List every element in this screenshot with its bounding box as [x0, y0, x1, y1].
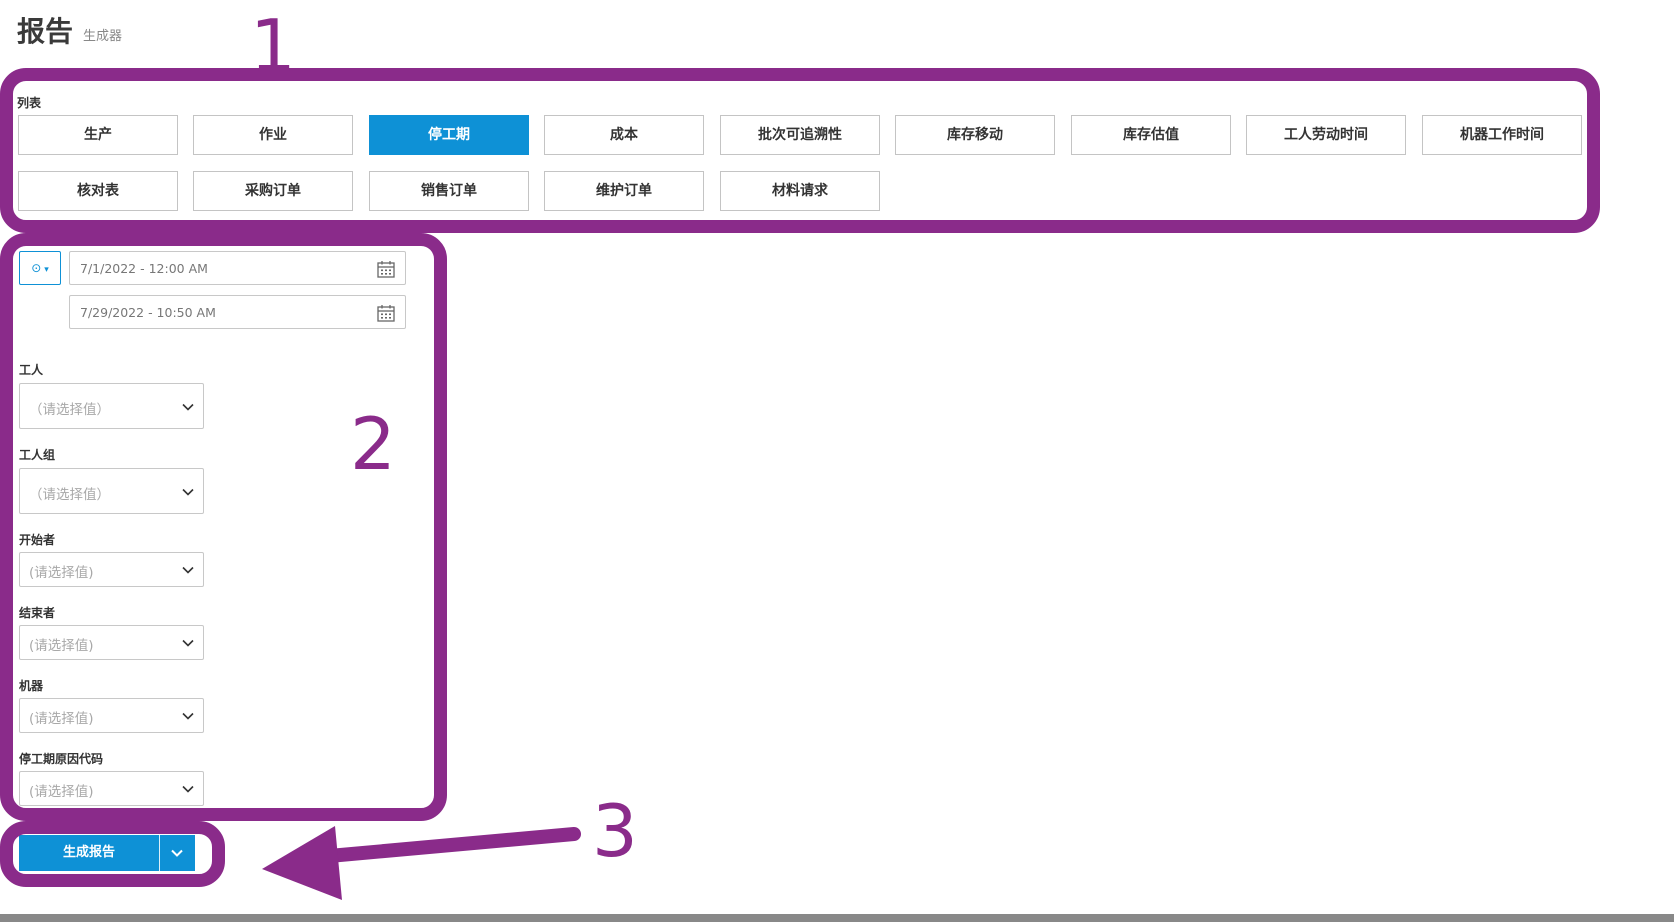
- annotation-arrow: [262, 826, 581, 900]
- bottom-scrollbar: [0, 914, 1674, 922]
